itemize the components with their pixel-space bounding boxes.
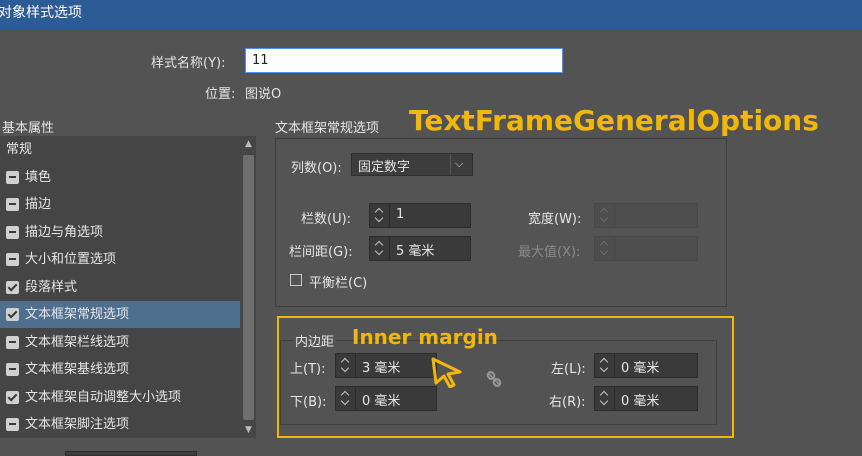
sidebar-item-label: 常规 bbox=[6, 142, 33, 157]
columns-select[interactable]: 固定数字 ⌵ bbox=[351, 153, 473, 176]
inset-title: 内边距 bbox=[293, 331, 337, 350]
sidebar-item-label: 文本框架常规选项 bbox=[25, 307, 130, 322]
scroll-thumb[interactable] bbox=[243, 155, 254, 420]
sidebar-item-label: 文本框架基线选项 bbox=[25, 362, 130, 377]
chevron-down-icon: ⌵ bbox=[455, 157, 464, 170]
mixed-checkbox-icon[interactable] bbox=[6, 198, 19, 211]
location-label: 位置: bbox=[205, 87, 236, 102]
inset-bottom-stepper[interactable]: 0 毫米 bbox=[335, 386, 437, 411]
window-title: 对象样式选项 bbox=[0, 5, 82, 21]
mouse-cursor-icon bbox=[431, 357, 462, 388]
annotation-inner-margin: Inner margin bbox=[352, 325, 498, 349]
stepper-arrows-icon[interactable] bbox=[595, 204, 615, 227]
sidebar-item-text-frame-autosize[interactable]: 文本框架自动调整大小选项 bbox=[0, 384, 240, 411]
inset-top-value: 3 毫米 bbox=[362, 361, 401, 376]
sidebar-item-text-frame-footnote[interactable]: 文本框架脚注选项 bbox=[0, 411, 240, 438]
title-bar: 对象样式选项 bbox=[0, 0, 862, 30]
checked-checkbox-icon[interactable] bbox=[6, 281, 19, 294]
chain-link-icon[interactable] bbox=[485, 370, 503, 388]
basic-attributes-header: 基本属性 bbox=[2, 121, 55, 136]
inset-right-value: 0 毫米 bbox=[621, 394, 660, 409]
checked-checkbox-icon[interactable] bbox=[6, 308, 19, 321]
inset-bottom-value: 0 毫米 bbox=[362, 394, 401, 409]
sidebar-item-text-frame-baseline[interactable]: 文本框架基线选项 bbox=[0, 356, 240, 383]
inset-top-stepper[interactable]: 3 毫米 bbox=[335, 353, 437, 378]
mixed-checkbox-icon[interactable] bbox=[6, 418, 19, 431]
sidebar-item-text-frame-column-rules[interactable]: 文本框架栏线选项 bbox=[0, 329, 240, 356]
attribute-list: 常规 填色 描边 描边与角选项 大小和位置选项 段落样式 文本框架常规选项 文本… bbox=[0, 136, 256, 438]
gutter-label: 栏间距(G): bbox=[289, 245, 353, 260]
sidebar-item-general[interactable]: 常规 bbox=[0, 136, 240, 163]
sidebar-item-label: 文本框架脚注选项 bbox=[25, 417, 130, 432]
gutter-stepper[interactable]: 5 毫米 bbox=[369, 236, 471, 261]
stepper-arrows-icon[interactable] bbox=[336, 354, 356, 377]
mixed-checkbox-icon[interactable] bbox=[6, 226, 19, 239]
stepper-arrows-icon[interactable] bbox=[370, 204, 390, 227]
column-count-value: 1 bbox=[396, 207, 405, 222]
inset-left-value: 0 毫米 bbox=[621, 361, 660, 376]
inset-right-label: 右(R): bbox=[549, 395, 586, 410]
column-count-label: 栏数(U): bbox=[301, 212, 352, 227]
stepper-arrows-icon[interactable] bbox=[595, 354, 615, 377]
sidebar-item-text-frame-general[interactable]: 文本框架常规选项 bbox=[0, 301, 240, 328]
stepper-arrows-icon[interactable] bbox=[370, 237, 390, 260]
style-name-label: 样式名称(Y): bbox=[151, 56, 226, 71]
scroll-down-icon[interactable]: ▼ bbox=[243, 424, 254, 436]
scroll-up-icon[interactable]: ▲ bbox=[243, 138, 254, 150]
stepper-arrows-icon[interactable] bbox=[595, 387, 615, 410]
inset-right-stepper[interactable]: 0 毫米 bbox=[594, 386, 698, 411]
checked-checkbox-icon[interactable] bbox=[6, 391, 19, 404]
mixed-checkbox-icon[interactable] bbox=[6, 253, 19, 266]
balance-columns-checkbox[interactable] bbox=[290, 274, 302, 286]
mixed-checkbox-icon[interactable] bbox=[6, 363, 19, 376]
columns-label: 列数(O): bbox=[291, 161, 342, 176]
sidebar-item-label: 大小和位置选项 bbox=[25, 252, 117, 267]
sidebar-item-label: 填色 bbox=[25, 170, 52, 185]
next-section-fragment bbox=[292, 448, 352, 456]
max-value-stepper[interactable] bbox=[594, 236, 698, 261]
stepper-arrows-icon[interactable] bbox=[336, 387, 356, 410]
width-label: 宽度(W): bbox=[528, 212, 582, 227]
width-stepper[interactable] bbox=[594, 203, 698, 228]
gutter-value: 5 毫米 bbox=[396, 244, 435, 259]
inset-top-label: 上(T): bbox=[290, 362, 326, 377]
inset-bottom-label: 下(B): bbox=[290, 395, 327, 410]
sidebar-item-label: 文本框架自动调整大小选项 bbox=[25, 390, 182, 405]
inset-left-stepper[interactable]: 0 毫米 bbox=[594, 353, 698, 378]
balance-columns-label: 平衡栏(C) bbox=[309, 276, 368, 291]
sidebar-item-label: 描边 bbox=[25, 197, 52, 212]
sidebar-item-paragraph-style[interactable]: 段落样式 bbox=[0, 274, 240, 301]
section-title: 文本框架常规选项 bbox=[275, 121, 380, 136]
sidebar-item-size-position[interactable]: 大小和位置选项 bbox=[0, 246, 240, 273]
column-count-stepper[interactable]: 1 bbox=[369, 203, 471, 228]
sidebar-item-stroke[interactable]: 描边 bbox=[0, 191, 240, 218]
max-value-label: 最大值(X): bbox=[518, 245, 581, 260]
annotation-text-frame-general: TextFrameGeneralOptions bbox=[409, 104, 819, 137]
sidebar-item-stroke-corner[interactable]: 描边与角选项 bbox=[0, 219, 240, 246]
inset-left-label: 左(L): bbox=[551, 362, 586, 377]
select-divider bbox=[450, 154, 451, 175]
columns-select-value: 固定数字 bbox=[358, 160, 411, 175]
stepper-arrows-icon[interactable] bbox=[595, 237, 615, 260]
style-name-input[interactable] bbox=[245, 48, 563, 73]
bottom-control-fragment bbox=[65, 451, 197, 456]
mixed-checkbox-icon[interactable] bbox=[6, 171, 19, 184]
sidebar-item-fill[interactable]: 填色 bbox=[0, 164, 240, 191]
sidebar-item-label: 描边与角选项 bbox=[25, 225, 104, 240]
sidebar-item-label: 段落样式 bbox=[25, 280, 78, 295]
location-value: 图说O bbox=[245, 87, 282, 102]
sidebar-item-label: 文本框架栏线选项 bbox=[25, 335, 130, 350]
mixed-checkbox-icon[interactable] bbox=[6, 336, 19, 349]
